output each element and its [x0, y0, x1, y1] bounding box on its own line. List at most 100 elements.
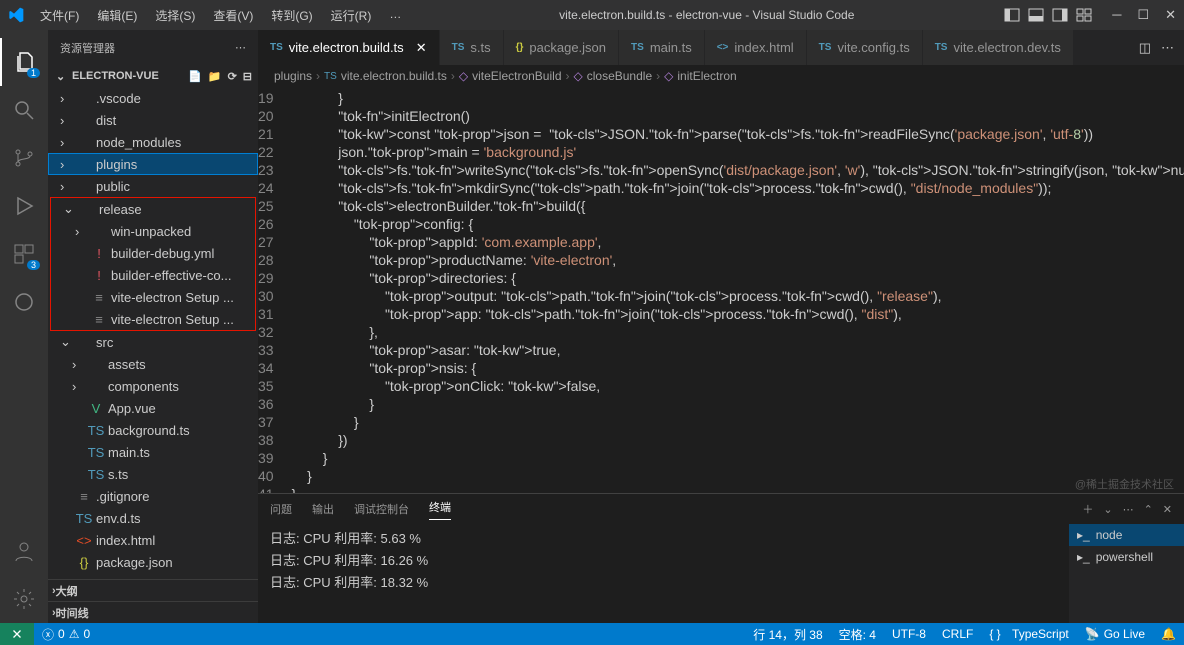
- section-outline[interactable]: ›大纲: [48, 579, 258, 601]
- refresh-icon[interactable]: ⟳: [228, 70, 237, 83]
- status-encoding[interactable]: UTF-8: [884, 626, 934, 643]
- status-golive[interactable]: 📡Go Live: [1077, 626, 1153, 643]
- activity-settings[interactable]: [0, 575, 48, 623]
- terminal-output[interactable]: 日志: CPU 利用率: 5.63 %日志: CPU 利用率: 16.26 %日…: [258, 524, 1069, 623]
- tree-item-assets[interactable]: ›assets: [48, 353, 258, 375]
- tree-item-components[interactable]: ›components: [48, 375, 258, 397]
- new-folder-icon[interactable]: 📁: [208, 70, 222, 83]
- tree-item-win-unpacked[interactable]: ›win-unpacked: [51, 220, 255, 242]
- layout-custom-icon[interactable]: [1076, 7, 1092, 23]
- panel-tabs: 问题 输出 调试控制台 终端 ＋ ⌄ ⋯ ⌃ ✕ @稀土掘金技术社区: [258, 494, 1184, 524]
- tree-item-vite-electron-setup----[interactable]: ≡vite-electron Setup ...: [51, 286, 255, 308]
- status-problems[interactable]: ⓧ0 ⚠0: [34, 626, 98, 643]
- tab-vite-config-ts[interactable]: TSvite.config.ts: [807, 30, 923, 65]
- activity-debug[interactable]: [0, 182, 48, 230]
- activity-extensions[interactable]: 3: [0, 230, 48, 278]
- code-body[interactable]: } "tok-fn">initElectron() "tok-kw">const…: [292, 87, 1184, 493]
- status-spaces[interactable]: 空格: 4: [831, 626, 884, 643]
- panel-tab-output[interactable]: 输出: [312, 501, 334, 517]
- activity-scm[interactable]: [0, 134, 48, 182]
- tree-item-env-d-ts[interactable]: TSenv.d.ts: [48, 507, 258, 529]
- layout-panel-left-icon[interactable]: [1004, 7, 1020, 23]
- tree-item-s-ts[interactable]: TSs.ts: [48, 463, 258, 485]
- menu-file[interactable]: 文件(F): [32, 3, 87, 28]
- tree-item-package-json[interactable]: {}package.json: [48, 551, 258, 573]
- activity-account[interactable]: [0, 527, 48, 575]
- panel-maximize-icon[interactable]: ⌃: [1144, 503, 1153, 516]
- activity-circle[interactable]: [0, 278, 48, 326]
- tree-item-src[interactable]: ⌄src: [48, 331, 258, 353]
- crumb-1[interactable]: vite.electron.build.ts: [341, 69, 447, 83]
- layout-panel-bottom-icon[interactable]: [1028, 7, 1044, 23]
- breadcrumb[interactable]: plugins› TSvite.electron.build.ts› ◇vite…: [258, 65, 1184, 87]
- status-notifications[interactable]: 🔔: [1153, 626, 1184, 643]
- tab-vite-electron-build-ts[interactable]: TSvite.electron.build.ts✕: [258, 30, 440, 65]
- menu-more[interactable]: …: [381, 3, 409, 28]
- tree-item-app-vue[interactable]: VApp.vue: [48, 397, 258, 419]
- chevron-icon: ⌄: [60, 334, 76, 350]
- tab-main-ts[interactable]: TSmain.ts: [619, 30, 705, 65]
- tab-label: vite.electron.build.ts: [289, 40, 404, 55]
- tab-s-ts[interactable]: TSs.ts: [440, 30, 504, 65]
- search-icon: [12, 98, 36, 122]
- tree-item-vite-electron-setup----[interactable]: ≡vite-electron Setup ...: [51, 308, 255, 330]
- terminal-dropdown-icon[interactable]: ⌄: [1103, 503, 1112, 516]
- status-ln-col[interactable]: 行 14，列 38: [745, 626, 830, 643]
- tab-index-html[interactable]: <>index.html: [705, 30, 807, 65]
- crumb-0[interactable]: plugins: [274, 69, 312, 83]
- remote-button[interactable]: [0, 623, 34, 645]
- tree-item-dist[interactable]: ›dist: [48, 109, 258, 131]
- tree-item-main-ts[interactable]: TSmain.ts: [48, 441, 258, 463]
- activity-search[interactable]: [0, 86, 48, 134]
- tab-close-icon[interactable]: ✕: [416, 40, 427, 56]
- crumb-4[interactable]: initElectron: [677, 69, 736, 83]
- tree-item--gitignore[interactable]: ≡.gitignore: [48, 485, 258, 507]
- menu-view[interactable]: 查看(V): [205, 3, 261, 28]
- menu-go[interactable]: 转到(G): [263, 3, 320, 28]
- tree-item-public[interactable]: ›public: [48, 175, 258, 197]
- tab-vite-electron-dev-ts[interactable]: TSvite.electron.dev.ts: [923, 30, 1074, 65]
- panel-tab-problems[interactable]: 问题: [270, 501, 292, 517]
- code-editor[interactable]: 19 20 21 22 23 24 25 26 27 28 29 30 31 3…: [258, 87, 1184, 493]
- new-file-icon[interactable]: 📄: [188, 70, 202, 83]
- tree-item-release[interactable]: ⌄release: [51, 198, 255, 220]
- tree-item-index-html[interactable]: <>index.html: [48, 529, 258, 551]
- tree-item-builder-effective-co---[interactable]: !builder-effective-co...: [51, 264, 255, 286]
- tab-more-icon[interactable]: ⋯: [1161, 40, 1174, 56]
- terminal-new-icon[interactable]: ＋: [1082, 501, 1093, 517]
- minimize-icon[interactable]: ─: [1112, 7, 1121, 23]
- project-root[interactable]: ⌄ ELECTRON-VUE 📄 📁 ⟳ ⊟: [48, 65, 258, 87]
- activity-explorer[interactable]: 1: [0, 38, 48, 86]
- tree-item-builder-debug-yml[interactable]: !builder-debug.yml: [51, 242, 255, 264]
- crumb-2[interactable]: viteElectronBuild: [472, 69, 561, 83]
- tree-item--vscode[interactable]: ›.vscode: [48, 87, 258, 109]
- menu-run[interactable]: 运行(R): [323, 3, 380, 28]
- status-eol[interactable]: CRLF: [934, 626, 981, 643]
- panel-close-icon[interactable]: ✕: [1163, 503, 1172, 516]
- file-icon: ≡: [91, 312, 107, 327]
- layout-panel-right-icon[interactable]: [1052, 7, 1068, 23]
- tree-label: win-unpacked: [111, 224, 191, 239]
- crumb-3[interactable]: closeBundle: [587, 69, 652, 83]
- terminal-item-node[interactable]: ▸_node: [1069, 524, 1184, 546]
- terminal-more-icon[interactable]: ⋯: [1123, 503, 1134, 516]
- split-editor-icon[interactable]: ◫: [1139, 40, 1151, 56]
- terminal-item-powershell[interactable]: ▸_powershell: [1069, 546, 1184, 568]
- terminal-icon: ▸_: [1077, 550, 1090, 564]
- menu-edit[interactable]: 编辑(E): [89, 3, 145, 28]
- tab-package-json[interactable]: {}package.json: [504, 30, 619, 65]
- play-bug-icon: [12, 194, 36, 218]
- menu-selection[interactable]: 选择(S): [147, 3, 203, 28]
- tree-item-background-ts[interactable]: TSbackground.ts: [48, 419, 258, 441]
- maximize-icon[interactable]: ☐: [1137, 7, 1149, 23]
- section-timeline[interactable]: ›时间线: [48, 601, 258, 623]
- panel-tab-debugconsole[interactable]: 调试控制台: [354, 501, 409, 517]
- panel-tab-terminal[interactable]: 终端: [429, 499, 451, 520]
- tree-item-node-modules[interactable]: ›node_modules: [48, 131, 258, 153]
- sidebar-more-icon[interactable]: ⋯: [235, 41, 246, 54]
- tree-item-plugins[interactable]: ›plugins: [48, 153, 258, 175]
- menubar: 文件(F) 编辑(E) 选择(S) 查看(V) 转到(G) 运行(R) …: [32, 3, 409, 28]
- status-lang[interactable]: { } TypeScript: [981, 626, 1076, 643]
- close-icon[interactable]: ✕: [1165, 7, 1176, 23]
- collapse-icon[interactable]: ⊟: [243, 70, 252, 83]
